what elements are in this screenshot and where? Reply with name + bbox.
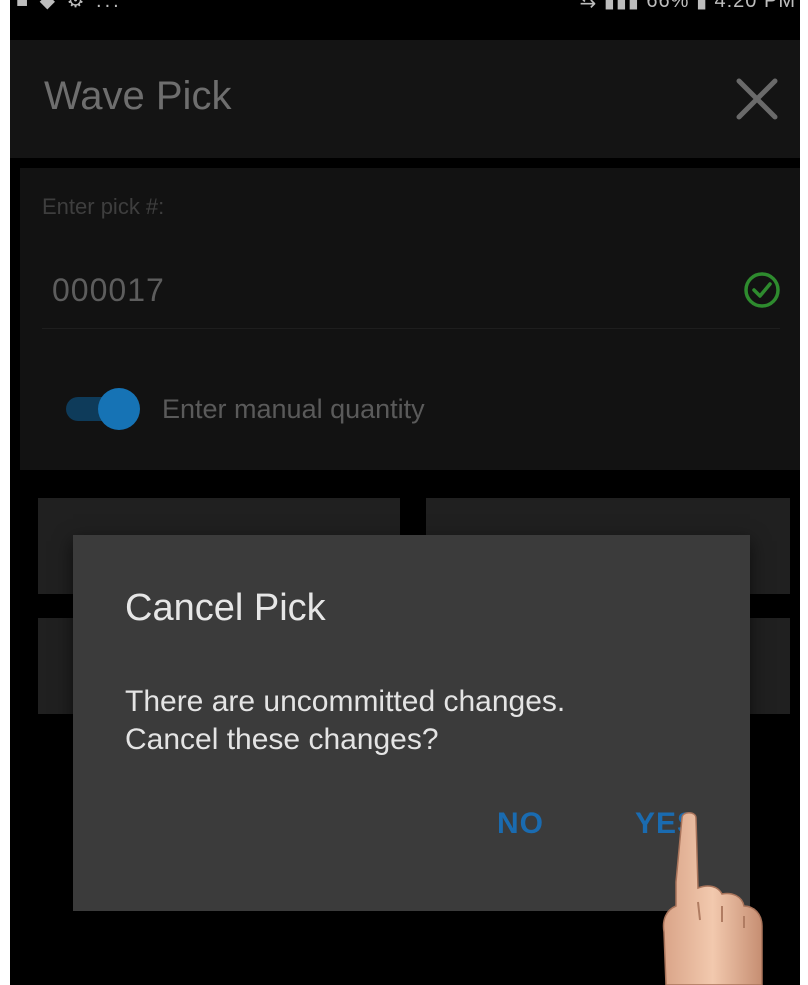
pick-entry-card: Enter pick #: 000017 Enter manual quanti…: [20, 168, 800, 470]
input-underline: [42, 328, 780, 329]
phone-screen: ■ ◆ ⚙ ... ⇆ ▮▮▮ 66% ▮ 4:20 PM Wave Pick …: [10, 0, 800, 985]
pick-number-label: Enter pick #:: [42, 194, 165, 219]
cancel-pick-dialog: Cancel Pick There are uncommitted change…: [73, 535, 750, 911]
manual-quantity-label: Enter manual quantity: [162, 394, 425, 424]
no-button[interactable]: NO: [497, 807, 544, 841]
manual-quantity-toggle[interactable]: [66, 388, 142, 430]
app-bar: Wave Pick: [10, 40, 800, 158]
page-title: Wave Pick: [44, 74, 232, 118]
status-icons-left: ■ ◆ ⚙ ...: [16, 0, 122, 12]
status-icons-right: ⇆ ▮▮▮ 66% ▮ 4:20 PM: [579, 0, 796, 12]
close-icon[interactable]: [734, 76, 780, 122]
toggle-thumb: [98, 388, 140, 430]
status-bar: ■ ◆ ⚙ ... ⇆ ▮▮▮ 66% ▮ 4:20 PM: [10, 0, 800, 22]
dialog-title: Cancel Pick: [125, 587, 326, 629]
check-circle-icon: [742, 270, 782, 310]
dialog-message-line-2: Cancel these changes?: [125, 723, 439, 756]
dialog-message: There are uncommitted changes. Cancel th…: [125, 683, 725, 759]
pick-number-input[interactable]: 000017: [52, 272, 165, 309]
pointing-hand-icon: [660, 810, 780, 985]
dialog-message-line-1: There are uncommitted changes.: [125, 685, 566, 718]
